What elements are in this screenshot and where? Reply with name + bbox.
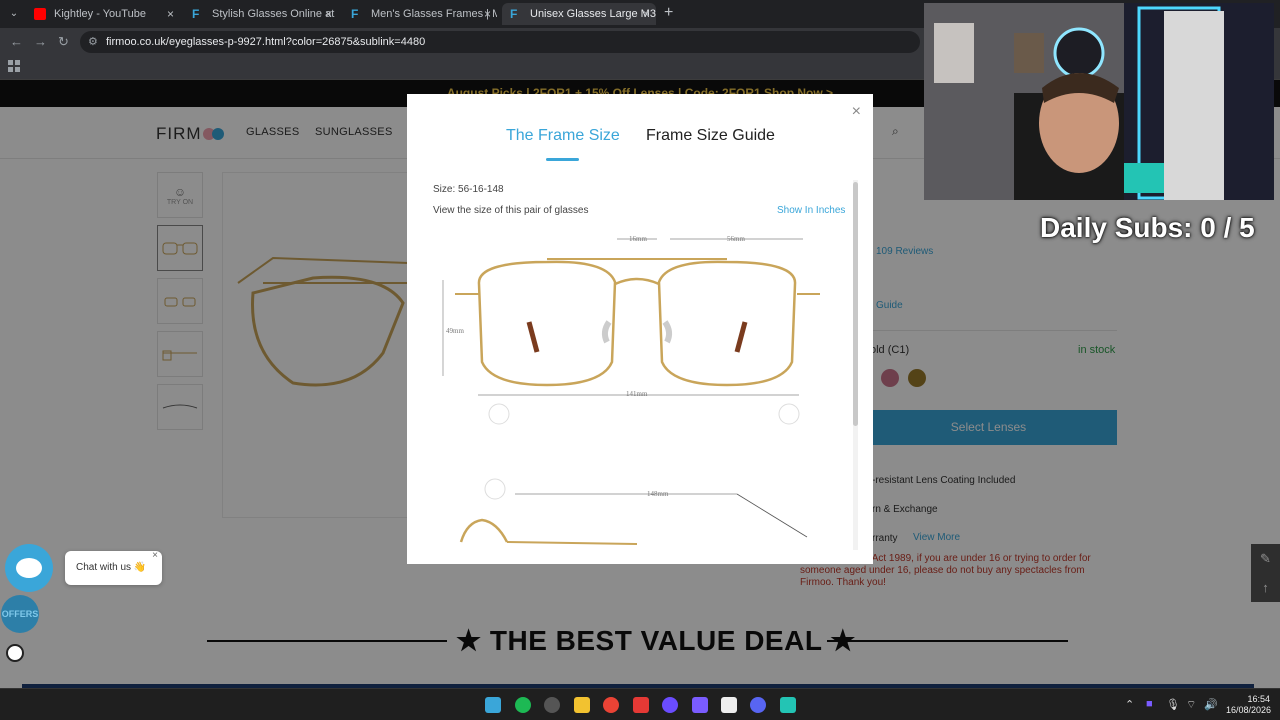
- app-icon[interactable]: [633, 697, 649, 713]
- volume-icon[interactable]: 🔊: [1204, 698, 1218, 711]
- windows-taskbar: ⌃ ■ 🎙 ⌔ 🔊 16:54 16/08/2026: [0, 688, 1280, 720]
- back-icon[interactable]: ←: [10, 34, 23, 49]
- close-tab-icon[interactable]: ×: [325, 3, 332, 25]
- firmoo-icon: F: [351, 7, 359, 21]
- frame-size-modal: × The Frame Size Frame Size Guide Size: …: [407, 94, 873, 564]
- bridge-width-label: 16mm: [629, 235, 647, 243]
- chat-tooltip-text: Chat with us 👋: [76, 562, 147, 573]
- microphone-icon[interactable]: 🎙: [1166, 698, 1180, 711]
- forward-icon[interactable]: →: [34, 34, 47, 49]
- apps-grid-icon[interactable]: [8, 60, 20, 72]
- tab-youtube[interactable]: Kightley - YouTube ×: [26, 3, 180, 25]
- frame-width-label: 141mm: [626, 390, 648, 398]
- tab-title: Unisex Glasses Large M39047 |: [530, 8, 656, 20]
- active-tab-indicator: [546, 158, 579, 161]
- tray-chevron-icon[interactable]: ⌃: [1125, 698, 1134, 711]
- tab-firmoo-home[interactable]: F Stylish Glasses Online at Firmoo ×: [184, 3, 338, 25]
- close-tab-icon[interactable]: ×: [643, 3, 650, 25]
- chat-icon: [16, 558, 42, 578]
- tab-frame-size-guide[interactable]: Frame Size Guide: [646, 127, 775, 145]
- modal-scrollbar-thumb[interactable]: [853, 182, 858, 426]
- tab-search-chevron-icon[interactable]: ⌄: [4, 4, 24, 24]
- tab-unisex-glasses[interactable]: F Unisex Glasses Large M39047 | ×: [502, 3, 656, 25]
- discord-icon[interactable]: [750, 697, 766, 713]
- chat-button[interactable]: [5, 544, 53, 592]
- cookie-settings-icon[interactable]: [6, 644, 24, 662]
- start-icon[interactable]: [485, 697, 501, 713]
- obs-icon[interactable]: [544, 697, 560, 713]
- app-icon[interactable]: [721, 697, 737, 713]
- tab-title: Stylish Glasses Online at Firmoo: [212, 8, 338, 20]
- close-icon[interactable]: ×: [852, 104, 861, 120]
- show-inches-link[interactable]: Show In Inches: [777, 205, 845, 216]
- close-tab-icon[interactable]: ×: [167, 3, 174, 25]
- reload-icon[interactable]: ↻: [58, 34, 69, 50]
- network-icon[interactable]: ⌔: [1186, 698, 1196, 712]
- firmoo-icon: F: [510, 7, 518, 21]
- url-text: firmoo.co.uk/eyeglasses-p-9927.html?colo…: [106, 36, 426, 48]
- view-size-text: View the size of this pair of glasses: [433, 205, 589, 216]
- tab-title: Kightley - YouTube: [54, 8, 146, 20]
- daily-subs-counter: Daily Subs: 0 / 5: [1040, 212, 1255, 243]
- chat-tooltip[interactable]: Chat with us 👋 ×: [65, 550, 162, 585]
- new-tab-button[interactable]: +: [664, 4, 673, 22]
- lens-height-label: 49mm: [446, 327, 464, 335]
- clock-date: 16/08/2026: [1226, 705, 1272, 715]
- webcam-feed: [924, 3, 1274, 200]
- temple-length-label: 148mm: [647, 490, 669, 498]
- firmoo-icon: F: [192, 7, 200, 21]
- app-icon[interactable]: [662, 697, 678, 713]
- lens-width-label: 56mm: [727, 235, 745, 243]
- grid-app-icon[interactable]: [692, 697, 708, 713]
- webcam-image: [924, 3, 1274, 200]
- spotify-icon[interactable]: [515, 697, 531, 713]
- url-input[interactable]: ⚙ firmoo.co.uk/eyeglasses-p-9927.html?co…: [80, 31, 920, 53]
- frame-size-value: Size: 56-16-148: [433, 184, 504, 195]
- offers-button[interactable]: OFFERS: [1, 595, 39, 633]
- tray-app-icon[interactable]: ■: [1146, 698, 1153, 710]
- close-tab-icon[interactable]: ×: [484, 3, 491, 25]
- clock-time: 16:54: [1247, 694, 1270, 704]
- system-clock[interactable]: 16:54 16/08/2026: [1226, 694, 1272, 716]
- app-icon[interactable]: [780, 697, 796, 713]
- tab-mens-frames[interactable]: F Men's Glasses Frames | Men's G ×: [343, 3, 497, 25]
- youtube-icon: [34, 8, 46, 20]
- tab-frame-size[interactable]: The Frame Size: [506, 127, 620, 145]
- file-explorer-icon[interactable]: [574, 697, 590, 713]
- chrome-icon[interactable]: [603, 697, 619, 713]
- site-info-icon[interactable]: ⚙: [88, 31, 98, 53]
- close-icon[interactable]: ×: [152, 539, 158, 573]
- tab-title: Men's Glasses Frames | Men's G: [371, 8, 497, 20]
